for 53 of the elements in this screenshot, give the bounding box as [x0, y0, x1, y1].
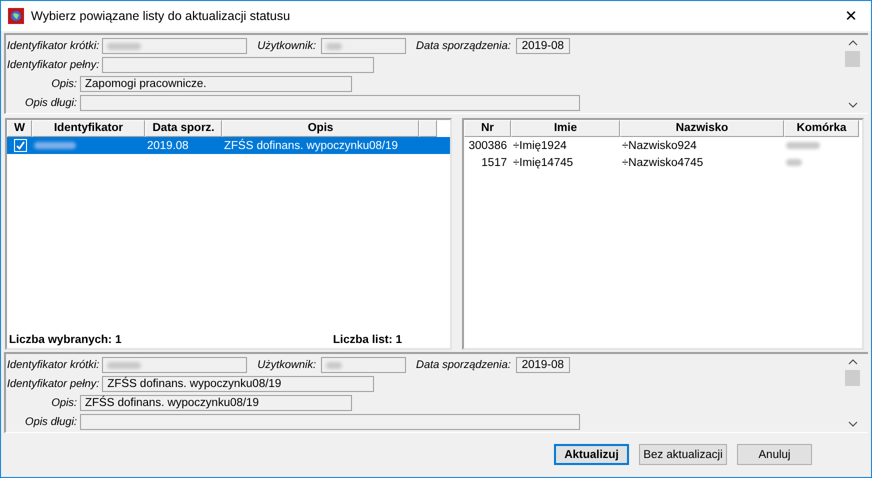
input-field[interactable]: 2019-08 — [516, 357, 570, 373]
field-label: Opis długi: — [24, 97, 77, 109]
table-cell-text: ÷Nazwisko924 — [621, 140, 698, 152]
field-label: Data sporządzenia: — [416, 359, 511, 371]
dialog-button[interactable]: Anuluj — [737, 444, 812, 465]
table-cell-text: 1517 — [480, 156, 508, 168]
dialog-button[interactable]: Bez aktualizacji — [639, 444, 727, 465]
field-label: Użytkownik: — [257, 359, 316, 371]
input-field[interactable]: 2019-08 — [516, 38, 570, 54]
app-icon — [8, 8, 24, 24]
table-cell-text: ZFŚS dofinans. wypoczynku08/19 — [223, 140, 399, 152]
table-cell-text: 300386 — [468, 140, 508, 152]
column-header[interactable]: Komórka — [784, 120, 859, 137]
window-title: Wybierz powiązane listy do aktualizacji statusu — [31, 9, 292, 23]
input-field[interactable] — [80, 95, 580, 111]
dialog-button[interactable]: Aktualizuj — [554, 444, 629, 465]
selected-count: Liczba wybranych: 1 — [9, 334, 122, 346]
column-header[interactable]: Identyfikator — [32, 120, 145, 137]
field-label: Opis: — [50, 78, 77, 90]
field-label: Opis długi: — [24, 416, 77, 428]
field-label: Identyfikator pełny: — [7, 378, 100, 390]
column-header[interactable]: Nazwisko — [620, 120, 784, 137]
column-header[interactable] — [419, 120, 437, 137]
input-field[interactable] — [321, 38, 406, 54]
close-button[interactable]: ✕ — [831, 1, 871, 31]
input-field[interactable] — [102, 38, 248, 54]
input-field[interactable]: ZFŚS dofinans. wypoczynku08/19 — [80, 395, 352, 411]
input-field[interactable]: ZFŚS dofinans. wypoczynku08/19 — [102, 376, 374, 392]
input-field[interactable] — [102, 357, 248, 373]
column-header[interactable]: Opis — [222, 120, 419, 137]
input-field[interactable] — [102, 57, 374, 73]
field-label: Użytkownik: — [257, 40, 316, 52]
field-label: Data sporządzenia: — [416, 40, 511, 52]
table-cell-text: 2019.08 — [146, 140, 190, 152]
column-header[interactable]: Nr — [464, 120, 511, 137]
table-row[interactable]: 2019.08 ZFŚS dofinans. wypoczynku08/19 — [7, 137, 450, 154]
table-cell-text: ÷Imię1924 — [512, 140, 568, 152]
field-label: Identyfikator krótki: — [7, 359, 100, 371]
column-header[interactable]: Imie — [511, 120, 620, 137]
scroll-thumb[interactable] — [845, 370, 860, 386]
column-header[interactable]: Data sporz. — [145, 120, 222, 137]
list-count: Liczba list: 1 — [332, 334, 402, 346]
field-label: Identyfikator krótki: — [7, 40, 100, 52]
table-cell-text: ÷Imię14745 — [512, 156, 574, 168]
scroll-thumb[interactable] — [845, 51, 860, 67]
table-cell-text: ÷Nazwisko4745 — [621, 156, 704, 168]
field-label: Identyfikator pełny: — [7, 59, 100, 71]
input-field[interactable] — [321, 357, 406, 373]
checkbox[interactable] — [14, 139, 27, 152]
input-field[interactable]: Zapomogi pracownicze. — [80, 76, 352, 92]
field-label: Opis: — [50, 397, 77, 409]
input-field[interactable] — [80, 414, 580, 430]
column-header[interactable]: W — [7, 120, 32, 137]
